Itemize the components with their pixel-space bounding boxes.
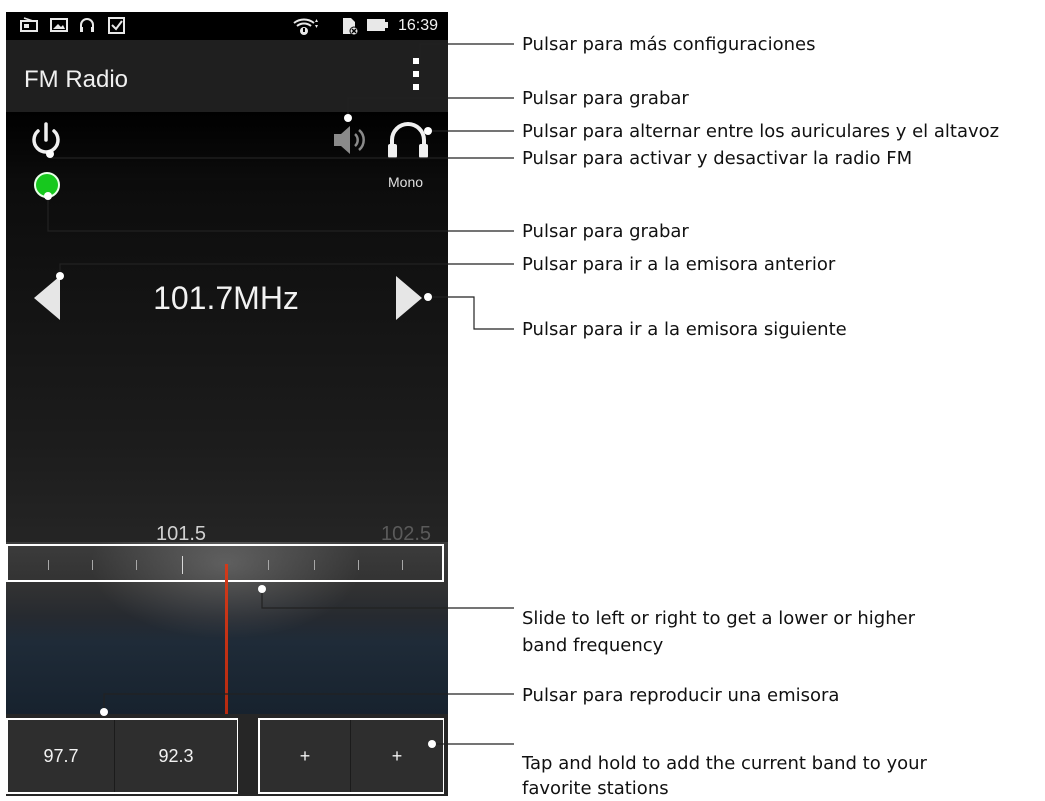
headset-icon xyxy=(78,16,96,40)
scale-tick xyxy=(358,560,359,570)
add-preset-button[interactable]: + xyxy=(260,720,350,792)
scale-tick xyxy=(48,560,49,570)
callout-next-station: Pulsar para ir a la emisora siguiente xyxy=(522,319,847,340)
speaker-icon xyxy=(334,126,365,154)
scale-tick xyxy=(136,560,137,570)
tuner-needle xyxy=(225,564,228,714)
radio-status-indicator[interactable] xyxy=(34,172,60,198)
saved-presets: 97.7 92.3 xyxy=(6,718,238,794)
power-button[interactable] xyxy=(26,120,66,160)
callout-play-preset: Pulsar para reproducir una emisora xyxy=(522,685,840,706)
status-time: 16:39 xyxy=(397,17,438,34)
callout-record: Pulsar para grabar xyxy=(522,88,689,109)
headphone-button[interactable] xyxy=(384,118,432,162)
next-station-button[interactable] xyxy=(394,274,424,322)
battery-icon xyxy=(366,16,390,40)
image-icon xyxy=(50,16,68,40)
checkbox-icon xyxy=(108,16,126,40)
scale-tick xyxy=(268,560,269,570)
previous-station-button[interactable] xyxy=(32,274,62,322)
preset-button[interactable]: 92.3 xyxy=(114,720,237,792)
scale-tick-major xyxy=(182,556,183,574)
overflow-menu-button[interactable] xyxy=(404,54,428,94)
callout-add-favorite-line2: favorite stations xyxy=(522,778,669,799)
triangle-left-icon xyxy=(34,276,60,320)
callout-add-favorite-line1: Tap and hold to add the current band to … xyxy=(522,753,927,774)
preset-button[interactable]: 97.7 xyxy=(8,720,114,792)
scale-tick xyxy=(402,560,403,570)
app-bar: FM Radio xyxy=(6,40,448,112)
triangle-right-icon xyxy=(396,276,422,320)
callout-power: Pulsar para activar y desactivar la radi… xyxy=(522,148,913,169)
callout-settings: Pulsar para más configuraciones xyxy=(522,34,816,55)
sim-icon xyxy=(340,16,360,42)
scale-tick xyxy=(92,560,93,570)
callout-tuner-line1: Slide to left or right to get a lower or… xyxy=(522,608,916,629)
callout-tuner-line2: band frequency xyxy=(522,635,664,656)
status-bar: 16:39 xyxy=(6,12,448,40)
empty-presets: + + xyxy=(258,718,444,794)
callout-audio-output: Pulsar para alternar entre los auricular… xyxy=(522,121,1000,142)
callout-record-indicator: Pulsar para grabar xyxy=(522,221,689,242)
app-title: FM Radio xyxy=(24,66,129,93)
current-frequency: 101.7MHz xyxy=(153,280,299,316)
radio-icon xyxy=(20,16,38,40)
power-icon xyxy=(32,122,60,154)
add-preset-button[interactable]: + xyxy=(350,720,443,792)
audio-mode-label: Mono xyxy=(388,174,424,190)
frequency-tuner[interactable] xyxy=(6,542,448,714)
speaker-button[interactable] xyxy=(328,122,372,158)
scale-tick xyxy=(314,560,315,570)
fm-radio-screen: 16:39 FM Radio Mono 101.7MHz 101.5 102.5… xyxy=(6,12,448,796)
wifi-icon xyxy=(292,16,320,42)
headphones-icon xyxy=(388,122,428,158)
callout-previous-station: Pulsar para ir a la emisora anterior xyxy=(522,254,836,275)
